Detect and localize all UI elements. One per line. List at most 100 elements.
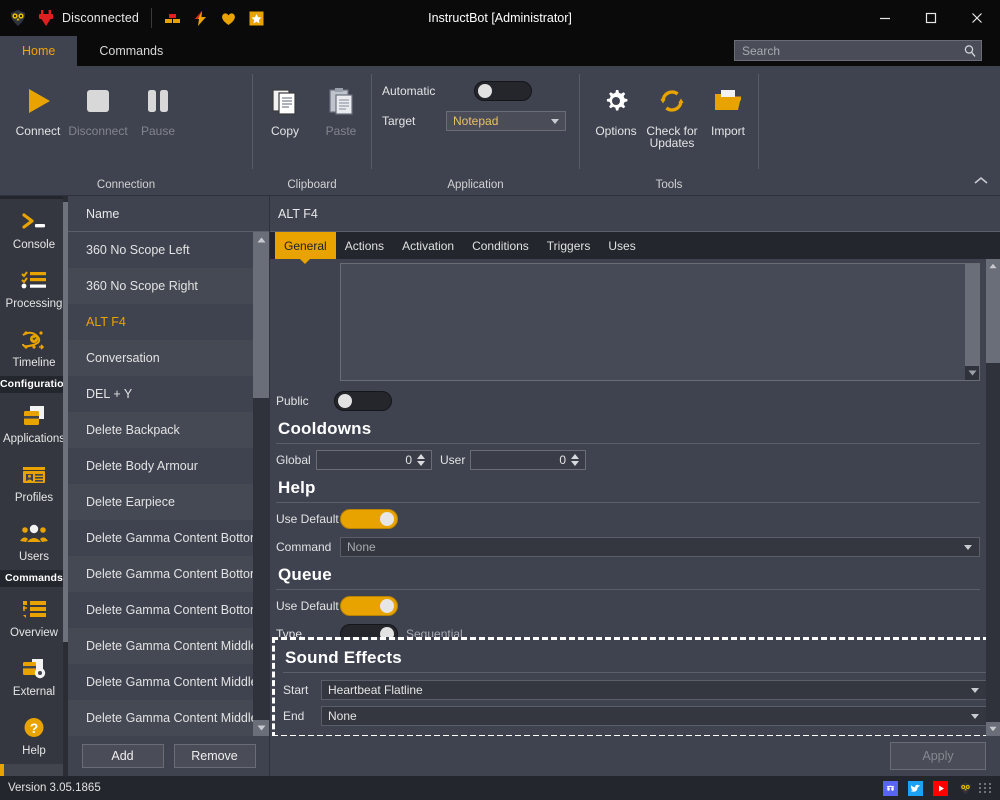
- detail-scroll-thumb[interactable]: [986, 273, 1000, 363]
- discord-icon[interactable]: [883, 780, 898, 796]
- public-label: Public: [276, 394, 309, 408]
- import-button[interactable]: Import: [700, 75, 756, 138]
- search-input[interactable]: Search: [734, 40, 982, 61]
- general-form: Public Cooldowns Global 0 User 0 Help Us…: [270, 259, 998, 736]
- sfx-start-dropdown[interactable]: Heartbeat Flatline: [321, 680, 987, 700]
- command-list-column-header: Name: [68, 196, 269, 232]
- ribbon-tab-commands[interactable]: Commands: [77, 36, 185, 66]
- detail-tab-actions[interactable]: Actions: [336, 232, 393, 259]
- paste-button[interactable]: Paste: [313, 75, 369, 138]
- command-list-scrollbar[interactable]: [253, 232, 269, 736]
- scroll-down-icon[interactable]: [986, 722, 1000, 736]
- scroll-up-icon[interactable]: [986, 259, 1000, 273]
- minimize-button[interactable]: [862, 0, 908, 36]
- detail-tab-uses[interactable]: Uses: [599, 232, 644, 259]
- command-list-item[interactable]: Delete Gamma Content Middle Ri…: [68, 700, 257, 736]
- sidebar-item-applications[interactable]: Applications: [0, 393, 68, 452]
- scroll-up-icon[interactable]: [253, 232, 269, 248]
- sidebar-item-overview[interactable]: Overview: [0, 587, 68, 646]
- pause-label: Pause: [140, 124, 176, 138]
- detail-tab-conditions[interactable]: Conditions: [463, 232, 538, 259]
- help-use-default-toggle[interactable]: [340, 509, 398, 529]
- sidebar-nav: Interaction Console: [0, 196, 68, 776]
- ribbon-group-tools: Options Check for Updates Import Tools: [580, 66, 758, 196]
- disconnect-button[interactable]: Disconnect: [66, 75, 130, 138]
- disconnect-label: Disconnect: [68, 124, 128, 138]
- user-cooldown-stepper[interactable]: [568, 454, 581, 466]
- description-scroll-thumb[interactable]: [965, 264, 979, 366]
- command-list-item[interactable]: Delete Earpiece: [68, 484, 257, 520]
- queue-use-default-toggle[interactable]: [340, 596, 398, 616]
- remove-button[interactable]: Remove: [173, 744, 256, 768]
- sfx-start-row: Start Heartbeat Flatline: [283, 677, 987, 703]
- command-list-item[interactable]: 360 No Scope Right: [68, 268, 257, 304]
- help-command-dropdown[interactable]: None: [340, 537, 980, 557]
- sfx-end-dropdown[interactable]: None: [321, 706, 987, 726]
- global-cooldown-stepper[interactable]: [414, 454, 427, 466]
- command-list-item[interactable]: Delete Gamma Content Bottom …: [68, 520, 257, 556]
- heart-icon[interactable]: [220, 10, 237, 27]
- application-window: Disconnected InstructBot [Administrator]…: [0, 0, 1000, 800]
- detail-tab-triggers[interactable]: Triggers: [538, 232, 600, 259]
- command-list-item[interactable]: Delete Gamma Content Middle L…: [68, 664, 257, 700]
- automatic-toggle[interactable]: [474, 81, 532, 101]
- sidebar-item-profiles[interactable]: Profiles: [0, 452, 68, 511]
- apply-button[interactable]: Apply: [890, 742, 986, 770]
- sidebar-item-input[interactable]: Input: [0, 764, 68, 776]
- title-bar-left: Disconnected: [0, 8, 265, 28]
- check-for-updates-button[interactable]: Check for Updates: [644, 75, 700, 149]
- sidebar-item-console[interactable]: Console: [0, 199, 68, 258]
- pause-button[interactable]: Pause: [130, 75, 186, 138]
- sidebar-item-help[interactable]: ? Help: [0, 705, 68, 764]
- youtube-icon[interactable]: [933, 780, 948, 796]
- command-list-item[interactable]: Delete Gamma Content Middle C…: [68, 628, 257, 664]
- sidebar-item-timeline[interactable]: Timeline: [0, 317, 68, 376]
- connect-button[interactable]: Connect: [10, 75, 66, 138]
- question-circle-icon: ?: [20, 713, 48, 743]
- target-dropdown[interactable]: Notepad: [446, 111, 566, 131]
- command-list-item[interactable]: Delete Body Armour: [68, 448, 257, 484]
- detail-tab-general[interactable]: General: [275, 232, 336, 259]
- command-list-item[interactable]: Delete Gamma Content Bottom L…: [68, 556, 257, 592]
- command-list-item[interactable]: 360 No Scope Left: [68, 232, 257, 268]
- main-area: Interaction Console: [0, 196, 1000, 776]
- global-cooldown-input[interactable]: 0: [316, 450, 432, 470]
- ribbon-tab-home[interactable]: Home: [0, 36, 78, 66]
- search-placeholder: Search: [742, 43, 781, 58]
- gold-bars-icon[interactable]: [164, 10, 181, 27]
- scroll-down-icon[interactable]: [253, 720, 269, 736]
- resize-grip-icon[interactable]: [979, 783, 992, 793]
- command-list-item[interactable]: Delete Backpack: [68, 412, 257, 448]
- sidebar-item-external[interactable]: External: [0, 646, 68, 705]
- chevron-up-icon[interactable]: [974, 172, 988, 190]
- public-toggle[interactable]: [334, 391, 392, 411]
- maximize-button[interactable]: [908, 0, 954, 36]
- sidebar-item-processing[interactable]: Processing: [0, 258, 68, 317]
- scroll-down-icon[interactable]: [965, 366, 979, 380]
- command-list-item[interactable]: Delete Gamma Content Bottom …: [68, 592, 257, 628]
- command-list-item[interactable]: ALT F4: [68, 304, 257, 340]
- copy-button[interactable]: Copy: [257, 75, 313, 138]
- owl-logo-icon[interactable]: [958, 781, 973, 796]
- add-button[interactable]: Add: [81, 744, 164, 768]
- check-for-updates-label: Check for Updates: [646, 124, 698, 150]
- close-button[interactable]: [954, 0, 1000, 36]
- detail-pane-scrollbar[interactable]: [986, 259, 1000, 736]
- command-list-item[interactable]: DEL + Y: [68, 376, 257, 412]
- command-list-item[interactable]: Conversation: [68, 340, 257, 376]
- star-badge-icon[interactable]: [248, 10, 265, 27]
- options-button[interactable]: Options: [588, 75, 644, 138]
- detail-tab-activation[interactable]: Activation: [393, 232, 463, 259]
- user-cooldown-input[interactable]: 0: [470, 450, 586, 470]
- twitter-icon[interactable]: [908, 780, 923, 796]
- description-scrollbar[interactable]: [965, 264, 979, 380]
- sidebar-item-users[interactable]: Users: [0, 511, 68, 570]
- queue-heading: Queue: [276, 561, 980, 590]
- command-list-scroll-thumb[interactable]: [253, 248, 269, 398]
- quick-access-icons: [164, 10, 265, 27]
- ribbon-group-label-application: Application: [447, 179, 504, 191]
- lightning-bolt-icon[interactable]: [192, 10, 209, 27]
- description-textarea[interactable]: [340, 263, 980, 381]
- refresh-icon: [657, 81, 687, 121]
- connection-status-label: Disconnected: [62, 11, 139, 25]
